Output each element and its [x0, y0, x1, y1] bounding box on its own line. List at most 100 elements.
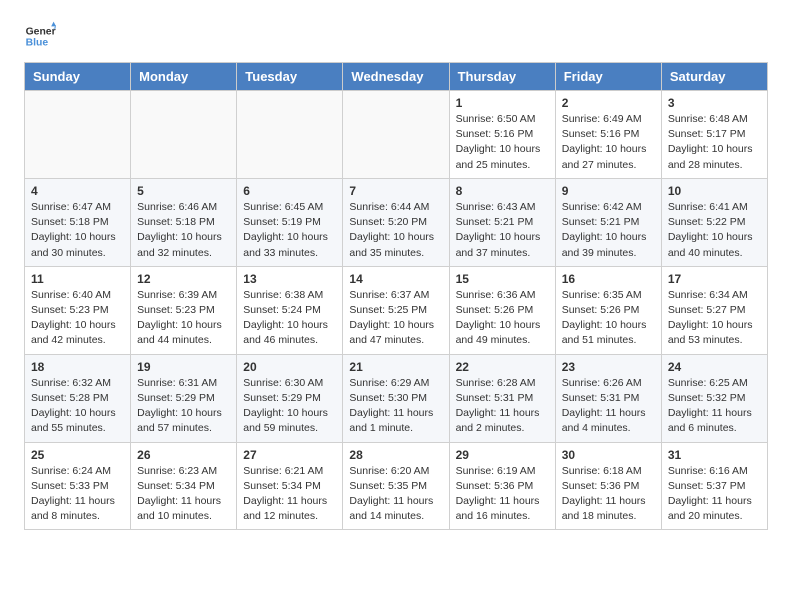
svg-text:General: General	[26, 26, 56, 37]
day-number: 9	[562, 184, 655, 198]
day-number: 11	[31, 272, 124, 286]
page-header: General Blue	[24, 20, 768, 52]
calendar-cell: 19 Sunrise: 6:31 AM Sunset: 5:29 PM Dayli…	[131, 354, 237, 442]
calendar-cell	[131, 91, 237, 179]
day-info: Sunrise: 6:16 AM Sunset: 5:37 PM Dayligh…	[668, 464, 761, 525]
day-info: Sunrise: 6:47 AM Sunset: 5:18 PM Dayligh…	[31, 200, 124, 261]
logo: General Blue	[24, 20, 56, 52]
day-number: 30	[562, 448, 655, 462]
calendar-week-row: 4 Sunrise: 6:47 AM Sunset: 5:18 PM Daylig…	[25, 178, 768, 266]
day-number: 8	[456, 184, 549, 198]
day-number: 1	[456, 96, 549, 110]
calendar-week-row: 18Sunrise: 6:32 AM Sunset: 5:28 PM Dayli…	[25, 354, 768, 442]
svg-text:Blue: Blue	[26, 38, 49, 49]
day-number: 21	[349, 360, 442, 374]
day-number: 25	[31, 448, 124, 462]
day-info: Sunrise: 6:46 AM Sunset: 5:18 PM Dayligh…	[137, 200, 230, 261]
calendar-cell: 27 Sunrise: 6:21 AM Sunset: 5:34 PM Dayli…	[237, 442, 343, 530]
calendar-cell: 30Sunrise: 6:18 AM Sunset: 5:36 PM Dayli…	[555, 442, 661, 530]
weekday-header-row: SundayMondayTuesdayWednesdayThursdayFrid…	[25, 63, 768, 91]
day-number: 24	[668, 360, 761, 374]
calendar-cell: 1 Sunrise: 6:50 AM Sunset: 5:16 PM Daylig…	[449, 91, 555, 179]
calendar-cell: 23 Sunrise: 6:26 AM Sunset: 5:31 PM Dayli…	[555, 354, 661, 442]
day-number: 14	[349, 272, 442, 286]
calendar-cell	[237, 91, 343, 179]
weekday-header-monday: Monday	[131, 63, 237, 91]
day-number: 6	[243, 184, 336, 198]
day-number: 10	[668, 184, 761, 198]
calendar-cell: 5Sunrise: 6:46 AM Sunset: 5:18 PM Daylig…	[131, 178, 237, 266]
calendar-cell: 21 Sunrise: 6:29 AM Sunset: 5:30 PM Dayli…	[343, 354, 449, 442]
day-info: Sunrise: 6:28 AM Sunset: 5:31 PM Dayligh…	[456, 376, 549, 437]
calendar-cell: 16Sunrise: 6:35 AM Sunset: 5:26 PM Dayli…	[555, 266, 661, 354]
day-info: Sunrise: 6:38 AM Sunset: 5:24 PM Dayligh…	[243, 288, 336, 349]
day-number: 18	[31, 360, 124, 374]
day-number: 4	[31, 184, 124, 198]
day-info: Sunrise: 6:34 AM Sunset: 5:27 PM Dayligh…	[668, 288, 761, 349]
day-info: Sunrise: 6:31 AM Sunset: 5:29 PM Dayligh…	[137, 376, 230, 437]
day-number: 29	[456, 448, 549, 462]
calendar-cell: 22 Sunrise: 6:28 AM Sunset: 5:31 PM Dayli…	[449, 354, 555, 442]
day-number: 22	[456, 360, 549, 374]
day-info: Sunrise: 6:23 AM Sunset: 5:34 PM Dayligh…	[137, 464, 230, 525]
calendar-cell: 18Sunrise: 6:32 AM Sunset: 5:28 PM Dayli…	[25, 354, 131, 442]
day-info: Sunrise: 6:50 AM Sunset: 5:16 PM Dayligh…	[456, 112, 549, 173]
calendar-cell	[25, 91, 131, 179]
day-info: Sunrise: 6:26 AM Sunset: 5:31 PM Dayligh…	[562, 376, 655, 437]
day-info: Sunrise: 6:45 AM Sunset: 5:19 PM Dayligh…	[243, 200, 336, 261]
day-info: Sunrise: 6:30 AM Sunset: 5:29 PM Dayligh…	[243, 376, 336, 437]
calendar-cell: 7 Sunrise: 6:44 AM Sunset: 5:20 PM Daylig…	[343, 178, 449, 266]
day-number: 7	[349, 184, 442, 198]
day-number: 2	[562, 96, 655, 110]
calendar-cell: 26 Sunrise: 6:23 AM Sunset: 5:34 PM Dayli…	[131, 442, 237, 530]
calendar-cell: 12 Sunrise: 6:39 AM Sunset: 5:23 PM Dayli…	[131, 266, 237, 354]
day-number: 17	[668, 272, 761, 286]
weekday-header-thursday: Thursday	[449, 63, 555, 91]
day-info: Sunrise: 6:40 AM Sunset: 5:23 PM Dayligh…	[31, 288, 124, 349]
day-info: Sunrise: 6:29 AM Sunset: 5:30 PM Dayligh…	[349, 376, 442, 437]
day-info: Sunrise: 6:24 AM Sunset: 5:33 PM Dayligh…	[31, 464, 124, 525]
calendar-cell: 31 Sunrise: 6:16 AM Sunset: 5:37 PM Dayli…	[661, 442, 767, 530]
day-number: 28	[349, 448, 442, 462]
weekday-header-tuesday: Tuesday	[237, 63, 343, 91]
day-number: 19	[137, 360, 230, 374]
calendar-cell: 13 Sunrise: 6:38 AM Sunset: 5:24 PM Dayli…	[237, 266, 343, 354]
day-number: 12	[137, 272, 230, 286]
calendar-cell: 17 Sunrise: 6:34 AM Sunset: 5:27 PM Dayli…	[661, 266, 767, 354]
day-number: 23	[562, 360, 655, 374]
day-info: Sunrise: 6:19 AM Sunset: 5:36 PM Dayligh…	[456, 464, 549, 525]
calendar-cell: 9Sunrise: 6:42 AM Sunset: 5:21 PM Daylig…	[555, 178, 661, 266]
day-info: Sunrise: 6:49 AM Sunset: 5:16 PM Dayligh…	[562, 112, 655, 173]
day-number: 13	[243, 272, 336, 286]
weekday-header-wednesday: Wednesday	[343, 63, 449, 91]
day-info: Sunrise: 6:36 AM Sunset: 5:26 PM Dayligh…	[456, 288, 549, 349]
calendar-cell: 14Sunrise: 6:37 AM Sunset: 5:25 PM Dayli…	[343, 266, 449, 354]
day-info: Sunrise: 6:43 AM Sunset: 5:21 PM Dayligh…	[456, 200, 549, 261]
day-number: 15	[456, 272, 549, 286]
calendar-cell: 11 Sunrise: 6:40 AM Sunset: 5:23 PM Dayli…	[25, 266, 131, 354]
calendar-cell: 4 Sunrise: 6:47 AM Sunset: 5:18 PM Daylig…	[25, 178, 131, 266]
day-info: Sunrise: 6:44 AM Sunset: 5:20 PM Dayligh…	[349, 200, 442, 261]
weekday-header-friday: Friday	[555, 63, 661, 91]
calendar-cell: 10Sunrise: 6:41 AM Sunset: 5:22 PM Dayli…	[661, 178, 767, 266]
weekday-header-sunday: Sunday	[25, 63, 131, 91]
calendar-cell: 24 Sunrise: 6:25 AM Sunset: 5:32 PM Dayli…	[661, 354, 767, 442]
day-number: 26	[137, 448, 230, 462]
day-info: Sunrise: 6:21 AM Sunset: 5:34 PM Dayligh…	[243, 464, 336, 525]
calendar-week-row: 1 Sunrise: 6:50 AM Sunset: 5:16 PM Daylig…	[25, 91, 768, 179]
day-number: 31	[668, 448, 761, 462]
calendar-cell: 6 Sunrise: 6:45 AM Sunset: 5:19 PM Daylig…	[237, 178, 343, 266]
calendar-week-row: 11 Sunrise: 6:40 AM Sunset: 5:23 PM Dayli…	[25, 266, 768, 354]
day-number: 27	[243, 448, 336, 462]
calendar-cell: 15 Sunrise: 6:36 AM Sunset: 5:26 PM Dayli…	[449, 266, 555, 354]
day-info: Sunrise: 6:35 AM Sunset: 5:26 PM Dayligh…	[562, 288, 655, 349]
calendar-cell: 3Sunrise: 6:48 AM Sunset: 5:17 PM Daylig…	[661, 91, 767, 179]
calendar-cell: 20Sunrise: 6:30 AM Sunset: 5:29 PM Dayli…	[237, 354, 343, 442]
calendar-cell: 8 Sunrise: 6:43 AM Sunset: 5:21 PM Daylig…	[449, 178, 555, 266]
calendar-table: SundayMondayTuesdayWednesdayThursdayFrid…	[24, 62, 768, 530]
day-info: Sunrise: 6:25 AM Sunset: 5:32 PM Dayligh…	[668, 376, 761, 437]
day-info: Sunrise: 6:39 AM Sunset: 5:23 PM Dayligh…	[137, 288, 230, 349]
logo-icon: General Blue	[24, 20, 56, 52]
calendar-cell: 28Sunrise: 6:20 AM Sunset: 5:35 PM Dayli…	[343, 442, 449, 530]
calendar-cell: 29 Sunrise: 6:19 AM Sunset: 5:36 PM Dayli…	[449, 442, 555, 530]
